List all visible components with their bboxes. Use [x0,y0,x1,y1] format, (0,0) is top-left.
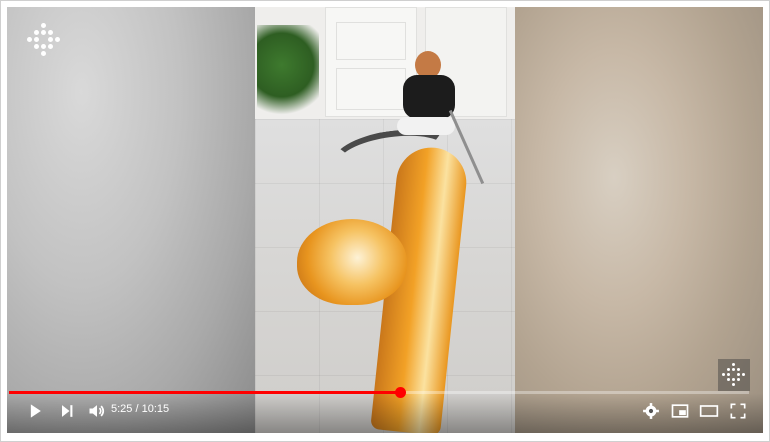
time-display: 5:25 / 10:15 [111,403,169,415]
settings-button[interactable] [639,401,663,421]
logo-dot [34,37,39,42]
video-frame[interactable] [255,7,515,433]
screenshot-frame: 5:25 / 10:15 [0,0,770,442]
logo-dot [41,44,46,49]
channel-logo-icon [23,19,63,59]
theater-mode-icon [699,405,719,417]
volume-icon [89,405,105,417]
logo-dot [722,373,725,376]
woman-legs [397,117,455,135]
logo-dot [732,368,735,371]
logo-dot [27,37,32,42]
time-total: 10:15 [141,403,170,415]
logo-dot [41,30,46,35]
progress-played [9,391,401,394]
next-button[interactable] [55,401,79,421]
logo-dot [737,378,740,381]
logo-dot [732,363,735,366]
video-player[interactable] [7,7,763,433]
tiger-head [297,219,407,305]
logo-dot [737,368,740,371]
logo-dot [732,383,735,386]
logo-dot [48,30,53,35]
time-current: 5:25 [111,403,133,415]
logo-dot [34,44,39,49]
next-icon [62,405,73,417]
blurred-background-left [7,7,255,433]
logo-dot [727,378,730,381]
logo-dot [727,368,730,371]
gear-icon [643,403,659,419]
miniplayer-icon [671,404,689,418]
woman-torso [403,75,455,119]
play-icon [30,404,41,418]
logo-dot [34,30,39,35]
progress-bar[interactable] [9,387,749,398]
watermark-logo-icon[interactable] [718,359,750,391]
fullscreen-icon [730,403,746,419]
volume-button[interactable] [85,401,109,421]
logo-dot [732,378,735,381]
logo-dot [41,23,46,28]
fullscreen-button[interactable] [726,401,750,421]
play-button[interactable] [23,401,47,421]
potted-plant [257,25,319,125]
logo-dot [742,373,745,376]
miniplayer-button[interactable] [668,401,692,421]
logo-dot [727,373,730,376]
logo-dot [48,37,53,42]
logo-dot [737,373,740,376]
time-separator: / [132,403,142,415]
woman-sitting [397,51,467,151]
logo-dot [48,44,53,49]
logo-dot [55,37,60,42]
theater-mode-button[interactable] [697,401,721,421]
logo-dot [41,51,46,56]
